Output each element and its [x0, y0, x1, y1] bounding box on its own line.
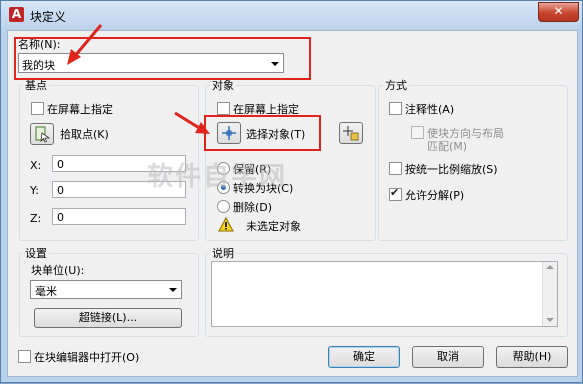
autocad-app-icon: A	[9, 7, 24, 22]
description-label: 说明	[210, 245, 236, 261]
delete-label: 删除(D)	[233, 201, 273, 214]
chevron-down-icon[interactable]	[169, 288, 177, 292]
block-definition-window: A 块定义 ✕ 名称(N): 我的块 基点 在屏幕上指定 拾取点(K) X: 0…	[0, 0, 583, 383]
y-label: Y:	[30, 184, 39, 197]
help-button[interactable]: 帮助(H)	[496, 346, 568, 368]
annotation-box-select-objects	[204, 115, 321, 151]
allow-exploding-checkbox[interactable]: ✔	[389, 186, 402, 201]
window-title: 块定义	[30, 10, 67, 24]
block-unit-label: 块单位(U):	[31, 264, 85, 277]
objects-specify-checkbox[interactable]	[217, 102, 230, 115]
checkmark-icon: ✔	[390, 186, 400, 199]
hyperlink-button[interactable]: 超链接(L)...	[34, 308, 182, 328]
quick-select-icon	[343, 126, 359, 141]
pick-point-icon	[35, 126, 51, 143]
no-objects-selected-status: 未选定对象	[246, 220, 301, 233]
behavior-label: 方式	[383, 77, 409, 93]
z-coordinate-input[interactable]: 0	[52, 208, 186, 225]
open-in-editor-checkbox[interactable]	[18, 350, 31, 363]
base-specify-label: 在屏幕上指定	[47, 103, 113, 116]
match-orientation-label-line2: 匹配(M)	[427, 140, 468, 153]
scale-uniformly-checkbox[interactable]	[389, 162, 402, 175]
close-button[interactable]: ✕	[538, 2, 579, 22]
title-bar[interactable]: A 块定义 ✕	[1, 1, 582, 29]
annotative-checkbox[interactable]	[389, 102, 402, 115]
description-textarea[interactable]	[211, 261, 558, 327]
warning-icon	[218, 217, 234, 232]
match-orientation-checkbox[interactable]	[411, 126, 424, 139]
z-label: Z:	[30, 212, 42, 225]
quick-select-button[interactable]	[339, 122, 363, 144]
scroll-up-icon[interactable]	[546, 265, 554, 269]
annotative-label: 注释性(A)	[405, 103, 455, 116]
base-specify-checkbox[interactable]	[31, 102, 44, 115]
cancel-button[interactable]: 取消	[412, 346, 484, 368]
annotation-box-name	[14, 37, 311, 80]
pick-point-button[interactable]	[30, 123, 54, 145]
ok-button[interactable]: 确定	[328, 346, 400, 368]
scrollbar[interactable]	[542, 262, 557, 326]
block-unit-value: 毫米	[35, 285, 57, 298]
scale-uniformly-label: 按统一比例缩放(S)	[405, 163, 498, 176]
settings-label: 设置	[23, 245, 49, 261]
watermark: 软件自学网	[147, 162, 288, 192]
scroll-down-icon[interactable]	[546, 318, 554, 322]
block-unit-dropdown[interactable]: 毫米	[30, 280, 182, 299]
delete-radio[interactable]	[217, 200, 230, 213]
allow-exploding-label: 允许分解(P)	[405, 189, 465, 202]
x-label: X:	[30, 159, 42, 172]
dialog-client-area: 名称(N): 我的块 基点 在屏幕上指定 拾取点(K) X: 0 Y: 0 Z:…	[7, 30, 578, 377]
pick-point-label: 拾取点(K)	[60, 128, 109, 141]
open-in-editor-label: 在块编辑器中打开(O)	[34, 351, 140, 364]
